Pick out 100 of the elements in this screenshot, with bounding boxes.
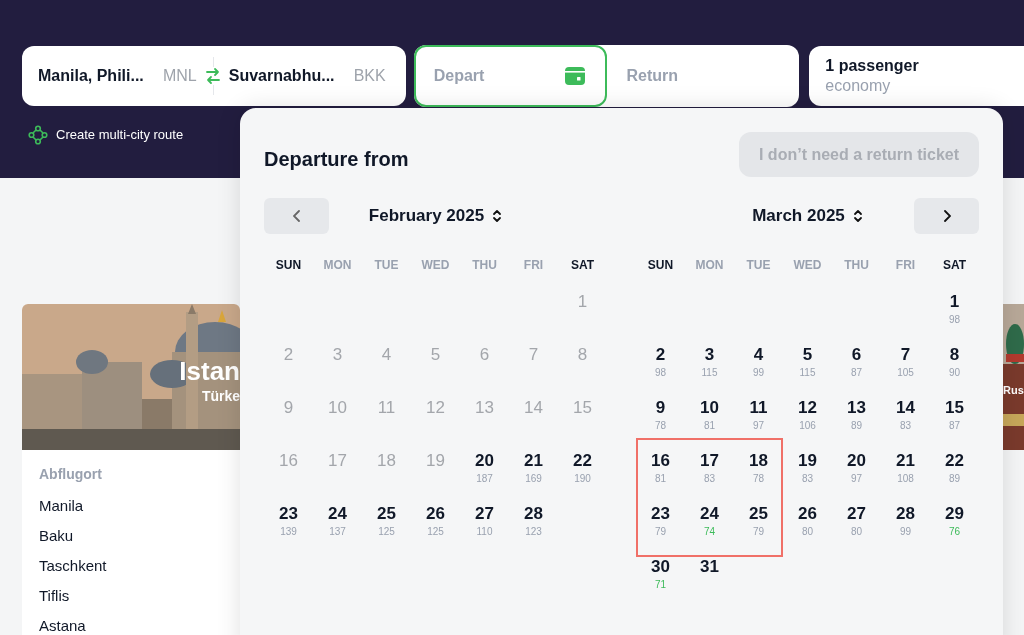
day-number: 5 xyxy=(430,344,441,366)
origin-city[interactable]: Manila, Phili... xyxy=(38,64,144,88)
day-price: 169 xyxy=(525,473,542,485)
day-number[interactable]: 17 xyxy=(700,449,719,473)
day-price: 115 xyxy=(799,367,816,379)
previous-month-button[interactable] xyxy=(264,198,329,234)
weekday-label: WED xyxy=(792,257,823,274)
day-number[interactable]: 27 xyxy=(847,502,866,526)
passenger-count[interactable]: 1 passenger xyxy=(825,56,1024,76)
departure-city[interactable]: Tiflis xyxy=(39,586,240,605)
month-selector[interactable]: March 2025 xyxy=(701,203,914,229)
day-number[interactable]: 24 xyxy=(328,502,347,526)
day-number[interactable]: 18 xyxy=(749,449,768,473)
day-price: 137 xyxy=(329,526,346,538)
day-number[interactable]: 27 xyxy=(475,502,494,526)
day-number[interactable]: 13 xyxy=(847,396,866,420)
next-month-button[interactable] xyxy=(914,198,979,234)
destination-card[interactable]: Rus xyxy=(1003,304,1024,450)
list-heading: Abflugort xyxy=(39,465,103,484)
day-number: 10 xyxy=(328,397,347,419)
day-number[interactable]: 21 xyxy=(896,449,915,473)
day-price: 99 xyxy=(752,367,765,379)
day-number: 16 xyxy=(279,450,298,472)
day-number[interactable]: 2 xyxy=(655,343,666,367)
day-price: 187 xyxy=(476,473,493,485)
day-number[interactable]: 25 xyxy=(749,502,768,526)
day-price: 125 xyxy=(427,526,444,538)
day-number[interactable]: 15 xyxy=(945,396,964,420)
day-number[interactable]: 26 xyxy=(798,502,817,526)
origin-code: MNL xyxy=(162,66,197,86)
day-number[interactable]: 20 xyxy=(475,449,494,473)
day-number[interactable]: 14 xyxy=(896,396,915,420)
sort-icon xyxy=(492,208,503,224)
departure-city[interactable]: Baku xyxy=(39,526,240,545)
day-number[interactable]: 16 xyxy=(651,449,670,473)
weekday-label: TUE xyxy=(373,257,400,274)
sort-icon xyxy=(852,208,863,224)
calendar-icon xyxy=(564,67,585,85)
day-number[interactable]: 25 xyxy=(377,502,396,526)
day-number[interactable]: 22 xyxy=(573,449,592,473)
day-number[interactable]: 12 xyxy=(798,396,817,420)
day-number[interactable]: 3 xyxy=(704,343,715,367)
day-number[interactable]: 11 xyxy=(749,396,768,420)
day-number[interactable]: 9 xyxy=(655,396,666,420)
day-number[interactable]: 4 xyxy=(753,343,764,367)
day-number: 2 xyxy=(283,344,294,366)
day-number[interactable]: 10 xyxy=(700,396,719,420)
day-price: 123 xyxy=(525,526,542,538)
day-price: 83 xyxy=(801,473,814,485)
day-number[interactable]: 23 xyxy=(651,502,670,526)
day-number[interactable]: 22 xyxy=(945,449,964,473)
day-number[interactable]: 1 xyxy=(949,290,960,314)
city-title: Istan xyxy=(179,355,240,388)
day-number[interactable]: 28 xyxy=(896,502,915,526)
day-number[interactable]: 20 xyxy=(847,449,866,473)
day-number[interactable]: 30 xyxy=(651,555,670,579)
day-number: 9 xyxy=(283,397,294,419)
departure-city[interactable]: Taschkent xyxy=(39,556,240,575)
departure-city[interactable]: Manila xyxy=(39,496,240,515)
day-price: 79 xyxy=(752,526,765,538)
day-number: 11 xyxy=(377,397,396,419)
weekday-label: SAT xyxy=(569,257,596,274)
day-price: 78 xyxy=(752,473,765,485)
day-number[interactable]: 8 xyxy=(949,343,960,367)
day-price: 98 xyxy=(654,367,667,379)
day-price: 98 xyxy=(948,314,961,326)
day-number[interactable]: 24 xyxy=(700,502,719,526)
weekday-label: SUN xyxy=(274,257,303,274)
day-price: 87 xyxy=(948,420,961,432)
departure-city[interactable]: Astana xyxy=(39,616,240,635)
day-price: 80 xyxy=(850,526,863,538)
destination-card[interactable]: Istan Türke Abflugort Manila Baku Taschkent Tiflis Astana xyxy=(22,304,240,635)
day-number[interactable]: 28 xyxy=(524,502,543,526)
day-number[interactable]: 6 xyxy=(851,343,862,367)
day-price: 81 xyxy=(703,420,716,432)
day-number[interactable]: 19 xyxy=(798,449,817,473)
day-price: 79 xyxy=(654,526,667,538)
month-selector[interactable]: February 2025 xyxy=(329,203,542,229)
day-number[interactable]: 26 xyxy=(426,502,445,526)
day-price: 97 xyxy=(752,420,765,432)
weekday-label: TUE xyxy=(745,257,772,274)
day-number[interactable]: 29 xyxy=(945,502,964,526)
day-price: 76 xyxy=(948,526,961,538)
day-number: 18 xyxy=(377,450,396,472)
day-number[interactable]: 23 xyxy=(279,502,298,526)
city-title: Rus xyxy=(1003,383,1024,398)
day-price: 89 xyxy=(948,473,961,485)
day-number: 13 xyxy=(475,397,494,419)
day-number[interactable]: 21 xyxy=(524,449,543,473)
day-price: 97 xyxy=(850,473,863,485)
day-number[interactable]: 7 xyxy=(900,343,911,367)
day-price: 139 xyxy=(280,526,297,538)
weekday-label: FRI xyxy=(894,257,917,274)
multi-city-link[interactable]: Create multi-city route xyxy=(28,125,184,145)
day-number[interactable]: 31 xyxy=(700,555,719,579)
destination-code: BKK xyxy=(353,66,386,86)
day-price: 71 xyxy=(654,579,667,591)
day-number[interactable]: 5 xyxy=(802,343,813,367)
day-price: 78 xyxy=(654,420,667,432)
destination-city[interactable]: Suvarnabhu... xyxy=(228,64,335,88)
